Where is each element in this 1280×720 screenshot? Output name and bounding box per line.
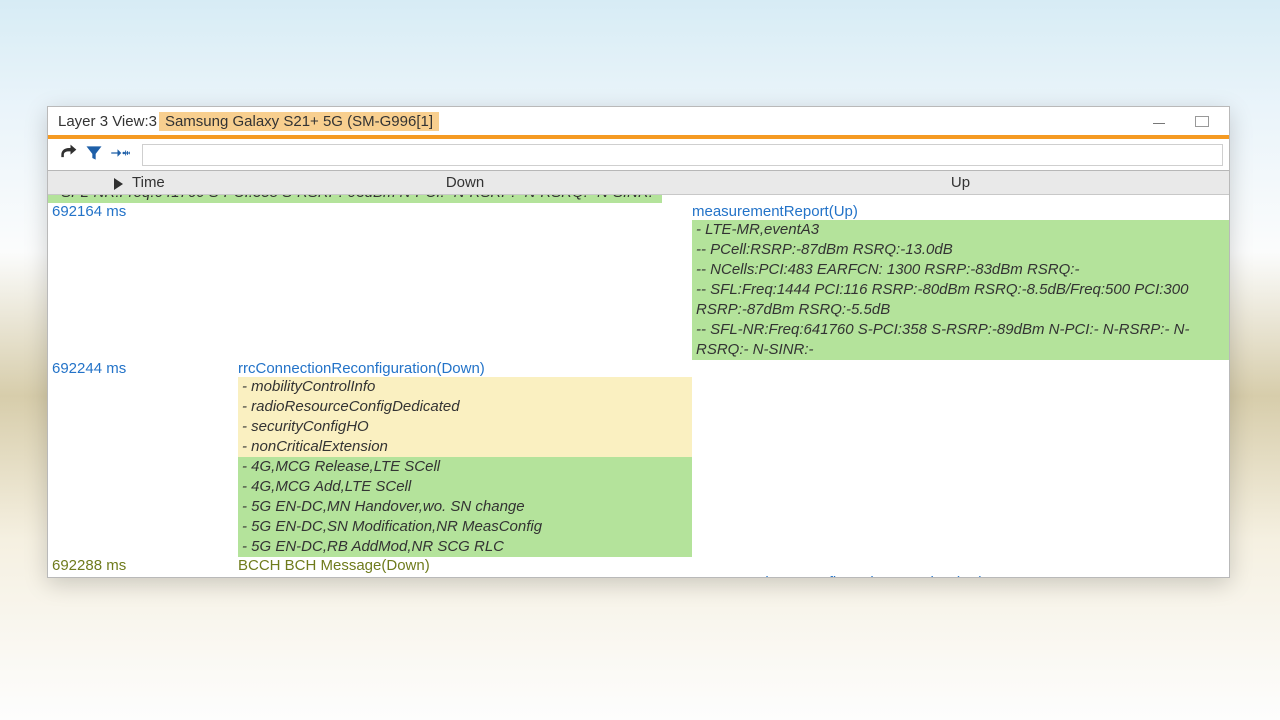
toolbar [48,139,1229,171]
message-log-window: Layer 3 View:3 Samsung Galaxy S21+ 5G (S… [47,106,1230,578]
up-cell: rrcConnectionReconfigurationComplete(Up) [692,574,1229,577]
down-cell: rrcConnectionReconfiguration(Down)- mobi… [238,360,692,557]
table-header: Time Down Up [48,171,1229,195]
table-row[interactable]: 692244 msrrcConnectionReconfiguration(Do… [48,360,1229,557]
table-row: - SFL-NR:Freq:641760 S-PCI:358 S-RSRP:-9… [48,195,1229,203]
message-name[interactable]: rrcConnectionReconfiguration(Down) [238,360,692,377]
up-cell: measurementReport(Up)- LTE-MR,eventA3-- … [692,203,1229,360]
down-cell: BCCH BCH Message(Down) [238,557,692,574]
message-detail-block: - LTE-MR,eventA3-- PCell:RSRP:-87dBm RSR… [692,220,1229,360]
message-detail-block: - mobilityControlInfo- radioResourceConf… [238,377,692,457]
window-controls [1153,107,1229,135]
message-name[interactable]: BCCH BCH Message(Down) [238,557,692,574]
maximize-button[interactable] [1195,116,1209,127]
column-time[interactable]: Time [48,174,238,191]
message-detail: - SFL-NR:Freq:641760 S-PCI:358 S-RSRP:-9… [48,195,662,203]
minimize-button[interactable] [1153,118,1167,124]
filter-icon[interactable] [84,143,104,167]
message-detail-block: - 4G,MCG Release,LTE SCell- 4G,MCG Add,L… [238,457,692,557]
column-up[interactable]: Up [692,174,1229,191]
time-cell: 692288 ms [48,557,238,574]
message-name[interactable]: rrcConnectionReconfigurationComplete(Up) [692,574,1229,577]
time-cell: 692244 ms [48,360,238,377]
table-row[interactable]: 692164 ms measurementReport(Up)- LTE-MR,e… [48,203,1229,360]
message-name[interactable]: measurementReport(Up) [692,203,1229,220]
titlebar[interactable]: Layer 3 View:3 Samsung Galaxy S21+ 5G (S… [48,107,1229,139]
table-row[interactable]: 692288 msBCCH BCH Message(Down) [48,557,1229,574]
search-input[interactable] [142,144,1223,166]
play-icon[interactable] [114,178,123,190]
time-cell: 692311 ms [48,574,238,577]
device-name: Samsung Galaxy S21+ 5G (SM-G996[1] [159,112,439,131]
redo-arrow-icon[interactable] [58,143,78,167]
message-log-content[interactable]: - SFL-NR:Freq:641760 S-PCI:358 S-RSRP:-9… [48,195,1229,577]
column-down[interactable]: Down [238,174,692,191]
table-row[interactable]: 692311 ms rrcConnectionReconfigurationCom… [48,574,1229,577]
title-prefix: Layer 3 View:3 [58,113,157,130]
time-cell: 692164 ms [48,203,238,220]
collapse-icon[interactable] [110,143,130,167]
